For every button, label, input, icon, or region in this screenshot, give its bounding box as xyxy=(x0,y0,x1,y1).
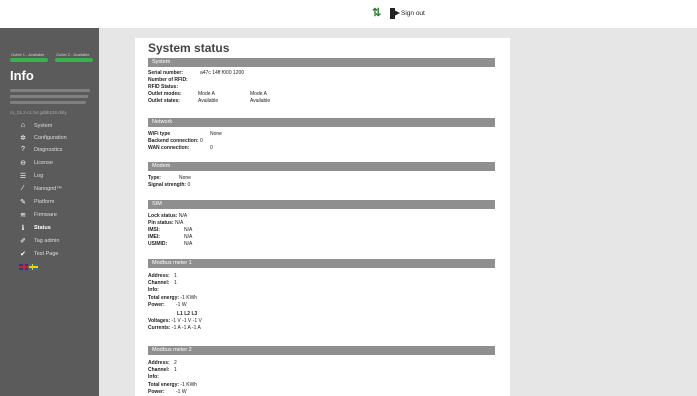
section-header: Network xyxy=(148,118,495,127)
meter2-power-row: Power: -1 W xyxy=(148,389,187,395)
content-panel: System status System Serial number: a47c… xyxy=(135,38,510,396)
firmware-version: cs_01.2-c1.54 gd5b128 dirty xyxy=(10,110,67,115)
page-title: System status xyxy=(148,41,230,55)
info-text-line xyxy=(10,89,90,92)
lock-status-row: Lock status: N/A xyxy=(148,213,188,219)
section-header: Modbus meter 2 xyxy=(148,346,495,355)
nav-item-nanogrid[interactable]: ⁄ Nanogrid™ xyxy=(18,183,98,194)
sign-out-button[interactable]: Sign out xyxy=(390,8,425,19)
nanogrid-icon: ⁄ xyxy=(22,185,24,192)
modbus-meter-2-section: Modbus meter 2 xyxy=(148,346,495,355)
meter1-address-row: Address: 1 xyxy=(148,273,177,279)
nav-item-diagnostics[interactable]: ? Diagnostics xyxy=(18,144,98,155)
nav-item-log[interactable]: ☰ Log xyxy=(18,170,98,181)
rfid-status-row: RFID Status: xyxy=(148,84,178,90)
home-icon: ⌂ xyxy=(20,122,26,129)
sign-out-icon xyxy=(390,8,400,19)
section-header: SIM xyxy=(148,200,495,209)
imei-row: IMEI: N/A xyxy=(148,234,193,240)
swedish-flag-icon[interactable] xyxy=(29,264,38,270)
meter1-power-row: Power: -1 W xyxy=(148,302,187,308)
nav-item-status[interactable]: ℹ Status xyxy=(18,222,98,233)
meter1-info-row: Info: xyxy=(148,287,159,293)
sim-section: SIM xyxy=(148,200,495,209)
nav-item-test-page[interactable]: ✔ Test Page xyxy=(18,248,98,259)
list-icon: ☰ xyxy=(19,172,27,180)
sort-arrows-icon[interactable]: ⇅ xyxy=(372,6,381,19)
gear-icon: ✲ xyxy=(20,134,26,142)
modem-section: Modem xyxy=(148,162,495,171)
check-icon: ✔ xyxy=(20,250,26,258)
nav-item-license[interactable]: ⊖ License xyxy=(18,157,98,168)
meter2-info-row: Info: xyxy=(148,374,159,380)
info-text-line xyxy=(10,95,88,98)
meter1-currents-row: Currents: -1 A -1 A -1 A xyxy=(148,325,201,331)
outlet-modes-row: Outlet modes: Mode A Mode A xyxy=(148,91,267,97)
rfid-count-row: Number of RFID: xyxy=(148,77,188,83)
section-header: System xyxy=(148,58,495,67)
outlet-states-row: Outlet states: Available Available xyxy=(148,98,271,104)
section-header: Modbus meter 1 xyxy=(148,259,495,268)
wan-connection-row: WAN connection: 0 xyxy=(148,145,213,151)
info-icon: ℹ xyxy=(21,224,25,232)
meter1-energy-row: Total energy: -1 KWh xyxy=(148,295,198,301)
outlet-2-status-pill[interactable] xyxy=(55,58,93,62)
top-bar: ⇅ Sign out xyxy=(99,0,697,28)
license-icon: ⊖ xyxy=(20,159,26,167)
meter2-address-row: Address: 2 xyxy=(148,360,177,366)
outlet-1-label: Outlet 1 - Available xyxy=(11,52,45,57)
meter1-phase-header: L1 L2 L3 xyxy=(177,311,198,317)
info-text-line xyxy=(10,101,86,104)
serial-number-row: Serial number: a47c 14ff f000 1200 xyxy=(148,70,245,76)
modbus-meter-1-section: Modbus meter 1 xyxy=(148,259,495,268)
language-selector xyxy=(19,264,38,270)
outlet-2-label: Outlet 2 - Available xyxy=(56,52,90,57)
network-section: Network xyxy=(148,118,495,127)
nav-item-firmware[interactable]: ≋ Firmware xyxy=(18,209,98,220)
meter2-energy-row: Total energy: -1 KWh xyxy=(148,382,198,388)
nav-item-configuration[interactable]: ✲ Configuration xyxy=(18,132,98,143)
meter2-channel-row: Channel: 1 xyxy=(148,367,177,373)
sidebar: Outlet 1 - Available Outlet 2 - Availabl… xyxy=(0,0,99,396)
imsi-row: IMSI: N/A xyxy=(148,227,193,233)
backend-connection-row: Backend connection: 0 xyxy=(148,138,203,144)
nav-item-tag-admin[interactable]: ✐ Tag admin xyxy=(18,235,98,246)
system-section: System xyxy=(148,58,495,67)
nav-item-system[interactable]: ⌂ System xyxy=(18,120,98,131)
sidebar-top-band xyxy=(0,0,99,28)
signal-strength-row: Signal strength: 0 xyxy=(148,182,191,188)
modem-type-row: Type: None xyxy=(148,175,191,181)
pin-status-row: Pin status: N/A xyxy=(148,220,184,226)
english-flag-icon[interactable] xyxy=(19,264,28,270)
usimid-row: USIMID: N/A xyxy=(148,241,193,247)
outlet-1-status-pill[interactable] xyxy=(10,58,48,62)
nav-item-platform[interactable]: ✎ Platform xyxy=(18,196,98,207)
wifi-icon: ≋ xyxy=(20,211,26,219)
meter1-channel-row: Channel: 1 xyxy=(148,280,177,286)
wifi-type-row: WiFi type None xyxy=(148,131,222,137)
wrench-icon: ✎ xyxy=(20,198,26,206)
pencil-icon: ✐ xyxy=(20,237,26,245)
question-icon: ? xyxy=(21,146,25,153)
meter1-voltages-row: Voltages: -1 V -1 V -1 V xyxy=(148,318,202,324)
info-title: Info xyxy=(10,68,34,83)
section-header: Modem xyxy=(148,162,495,171)
